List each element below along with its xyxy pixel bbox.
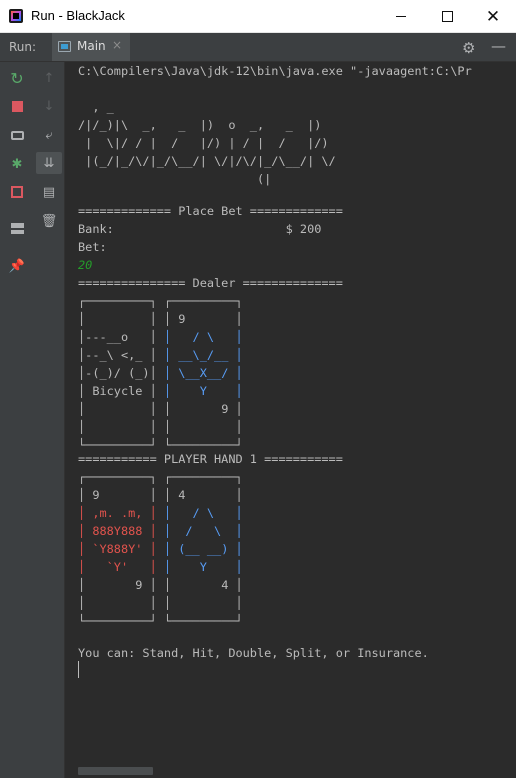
tab-main[interactable]: Main × [52, 33, 130, 61]
intellij-app-icon [9, 9, 23, 23]
run-toolwindow-header: Run: Main × ⚙ — [0, 33, 516, 62]
up-arrow-icon[interactable]: ↑ [36, 67, 62, 89]
action-prompt: You can: Stand, Hit, Double, Split, or I… [78, 646, 429, 660]
console-output[interactable]: C:\Compilers\Java\jdk-12\bin\java.exe "-… [65, 62, 516, 778]
run-actions-toolbar: ↻ ✱ 📌 [0, 62, 33, 778]
gear-icon[interactable]: ⚙ [462, 39, 475, 57]
rerun-icon[interactable]: ↻ [4, 67, 30, 89]
close-icon[interactable]: ✕ [470, 0, 516, 33]
dealer-header: =============== Dealer ============== [78, 276, 343, 290]
text-caret [78, 661, 79, 678]
print-icon[interactable]: ▤ [36, 181, 62, 203]
debug-icon[interactable]: ✱ [4, 153, 30, 175]
banner-line: , _ /|/_)|\ _, _ |) o _, _ |) | \|/ / | … [78, 100, 336, 186]
down-arrow-icon[interactable]: ↓ [36, 95, 62, 117]
player-header: =========== PLAYER HAND 1 =========== [78, 452, 343, 466]
camera-icon[interactable] [4, 124, 30, 146]
command-line: C:\Compilers\Java\jdk-12\bin\java.exe "-… [78, 64, 472, 78]
soft-wrap-icon[interactable]: ⤶ [36, 124, 62, 146]
place-bet-header: ============= Place Bet ============= [78, 204, 343, 218]
horizontal-scrollbar[interactable] [78, 767, 153, 775]
bet-label: Bet: [78, 240, 107, 254]
tab-main-label: Main [77, 39, 106, 53]
bet-input: 20 [78, 258, 93, 272]
bank-value: $ 200 [285, 222, 322, 236]
window-titlebar: Run - BlackJack ✕ [0, 0, 516, 33]
scroll-to-end-icon[interactable]: ⇊ [36, 152, 62, 174]
player-cards: ┌─────────┐ ┌─────────┐ │ 9 │ │ 4 │ │ ,m… [78, 470, 243, 628]
console-actions-toolbar: ↑ ↓ ⤶ ⇊ ▤ 🗑 [33, 62, 65, 778]
stop-icon[interactable] [4, 95, 30, 117]
dealer-cards: ┌─────────┐ ┌─────────┐ │ │ │ 9 │ │---__… [78, 294, 243, 452]
bank-label: Bank: [78, 222, 114, 236]
layout-icon[interactable] [4, 217, 30, 239]
maximize-icon[interactable] [424, 0, 470, 33]
exit-icon[interactable] [4, 181, 30, 203]
console-app-icon [58, 41, 71, 52]
window-title: Run - BlackJack [31, 8, 125, 23]
pin-icon[interactable]: 📌 [4, 255, 30, 277]
tab-close-icon[interactable]: × [112, 38, 122, 52]
minimize-panel-icon[interactable]: — [491, 37, 506, 55]
run-label: Run: [9, 40, 37, 54]
place-bet-section: ============= Place Bet ============= Ba… [78, 202, 343, 292]
trash-icon[interactable]: 🗑 [36, 210, 62, 232]
minimize-icon[interactable] [378, 0, 424, 33]
